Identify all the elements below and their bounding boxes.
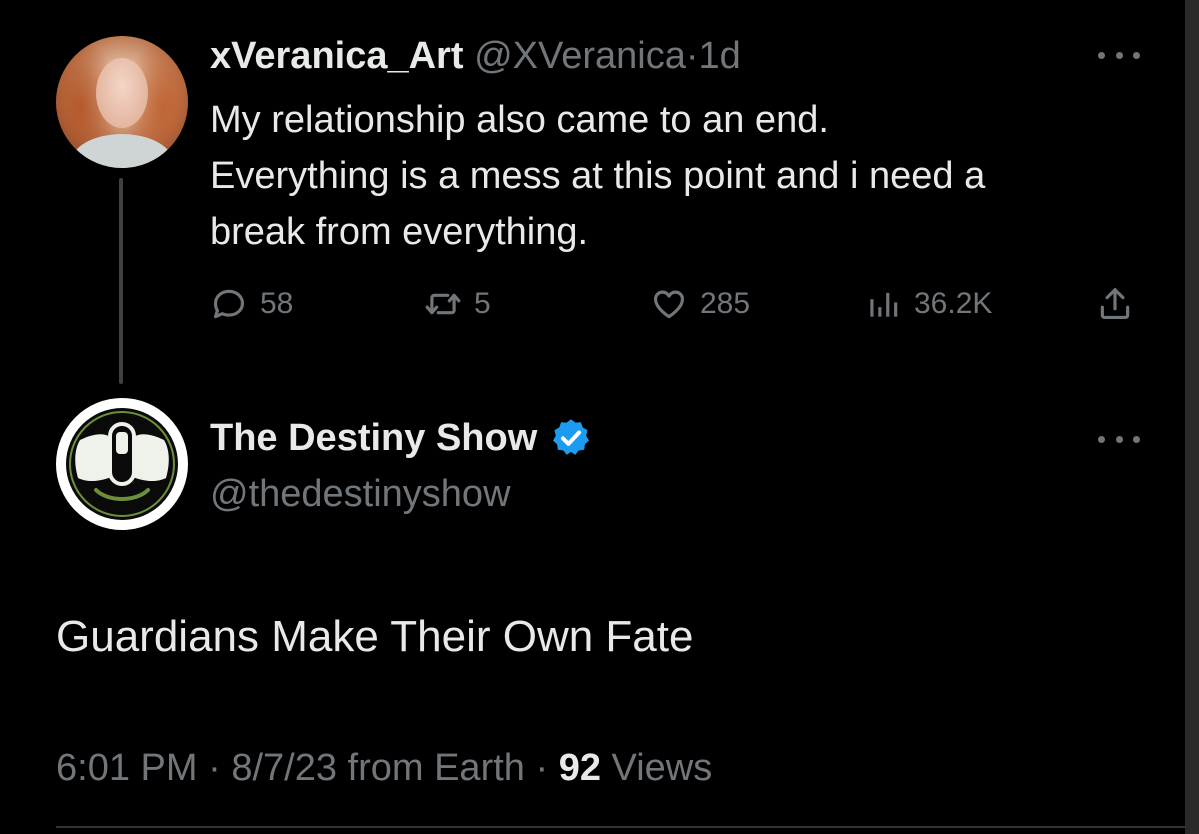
separator-dot: ·: [535, 747, 549, 789]
more-dot: [1098, 51, 1105, 59]
views-button[interactable]: 36.2K: [864, 282, 992, 326]
tweet-text-line: My relationship also came to an end.: [210, 99, 829, 141]
repost-count: 5: [474, 287, 491, 320]
thread-connector: [119, 178, 123, 384]
tweet-age[interactable]: 1d: [699, 35, 741, 77]
share-button[interactable]: [1096, 282, 1146, 326]
tweet-header: xVeranica_Art @XVeranica·1d: [210, 34, 741, 78]
separator-dot: ·: [208, 747, 221, 789]
tweet-date[interactable]: 8/7/23: [231, 747, 337, 789]
more-dot: [1133, 51, 1140, 59]
more-dot: [1133, 435, 1140, 443]
repost-icon: [425, 293, 461, 315]
separator-dot: ·: [685, 35, 699, 77]
user-handle[interactable]: @XVeranica: [474, 35, 686, 77]
divider: [56, 826, 1186, 828]
share-icon: [1100, 288, 1130, 320]
more-icon[interactable]: [1098, 434, 1140, 444]
avatar-face: [96, 58, 148, 128]
more-dot: [1115, 51, 1123, 59]
destiny-show-avatar[interactable]: [56, 398, 188, 530]
like-count: 285: [700, 287, 751, 320]
display-name[interactable]: xVeranica_Art: [210, 35, 464, 77]
views-count: 92: [558, 747, 601, 789]
tweet-text-line: Everything is a mess at this point and i…: [210, 155, 986, 197]
avatar[interactable]: [56, 36, 188, 168]
like-button[interactable]: 285: [650, 282, 750, 326]
views-label: Views: [611, 747, 713, 789]
tweet-actions: 58 5 285 36.2K: [210, 282, 1140, 326]
views-count: 36.2K: [914, 287, 993, 320]
more-dot: [1115, 435, 1123, 443]
analytics-icon: [870, 292, 898, 317]
user-handle[interactable]: @thedestinyshow: [210, 470, 511, 518]
reply-count: 58: [260, 287, 294, 320]
window-edge: [1185, 0, 1199, 834]
more-dot: [1098, 435, 1105, 443]
reply-icon: [213, 289, 245, 319]
heart-icon: [653, 290, 685, 319]
reply-button[interactable]: 58: [210, 282, 293, 326]
display-name[interactable]: The Destiny Show: [210, 414, 537, 462]
repost-button[interactable]: 5: [424, 282, 491, 326]
more-icon[interactable]: [1098, 50, 1140, 60]
tweet-text-line: break from everything.: [210, 211, 589, 253]
quoted-display-name-row: The Destiny Show: [210, 414, 593, 462]
tweet-text: My relationship also came to an end. Eve…: [210, 92, 1150, 260]
destiny-logo-icon: [66, 408, 178, 520]
tweet-metadata: 6:01 PM · 8/7/23 from Earth · 92 Views: [56, 744, 712, 792]
tweet-source: from Earth: [347, 747, 525, 789]
verified-badge-icon[interactable]: [549, 416, 593, 460]
tweet-text: Guardians Make Their Own Fate: [56, 612, 694, 661]
tweet-time[interactable]: 6:01 PM: [56, 747, 198, 789]
